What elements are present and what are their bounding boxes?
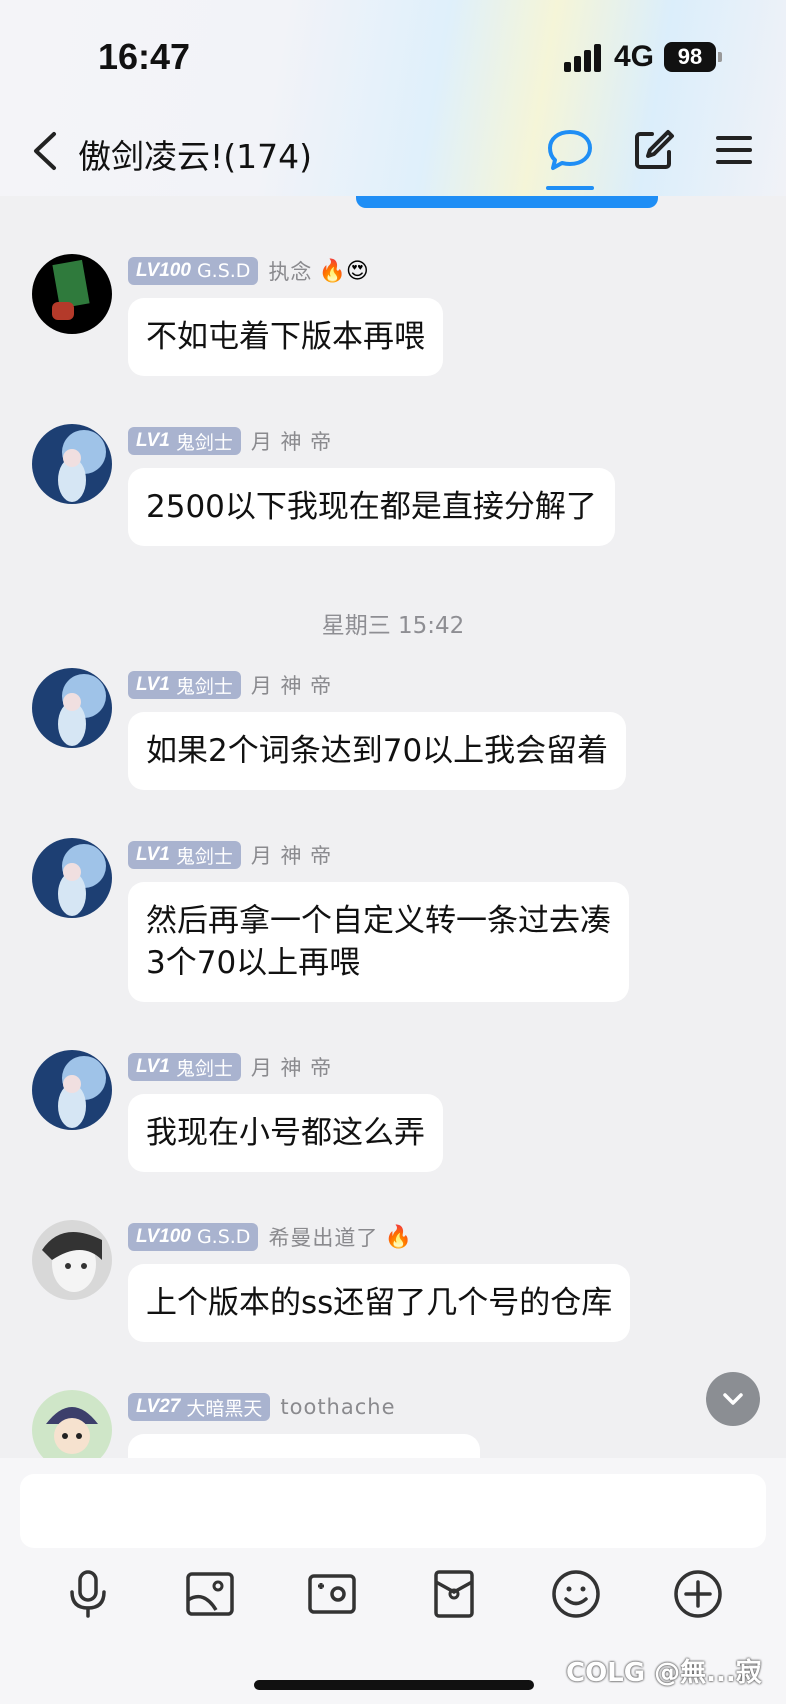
badge-title: G.S.D	[196, 1226, 251, 1248]
red-packet-icon	[434, 1570, 474, 1618]
level-badge: LV27 大暗黑天	[128, 1393, 271, 1421]
back-chevron-icon	[34, 132, 56, 170]
nickname[interactable]: 希曼出道了	[268, 1222, 378, 1252]
sender-meta: LV1 鬼剑士 月 神 帝	[128, 1052, 332, 1082]
camera-icon	[308, 1574, 356, 1614]
nickname[interactable]: 月 神 帝	[251, 840, 332, 870]
signal-icon	[564, 44, 604, 72]
chat-area[interactable]: LV100 G.S.D 执念 🔥😍 不如屯着下版本再喂 LV1 鬼剑士 月 神 帝 …	[0, 196, 786, 1458]
level-text: LV100	[136, 260, 191, 281]
badge-title: 鬼剑士	[175, 431, 233, 454]
avatar[interactable]	[32, 1220, 112, 1300]
avatar-image	[32, 1220, 112, 1300]
menu-icon	[716, 136, 752, 164]
status-time: 16:47	[98, 36, 191, 77]
status-emoji: 🔥😍	[318, 258, 369, 284]
message-line: 3个70以上再喂	[146, 945, 361, 981]
message-line: 然后再拿一个自定义转一条过去凑	[146, 903, 611, 939]
image-icon	[186, 1572, 234, 1616]
avatar-image	[32, 1390, 112, 1458]
network-type: 4G	[614, 40, 655, 73]
avatar-image	[32, 838, 112, 918]
nickname[interactable]: toothache	[280, 1395, 395, 1419]
plus-icon	[674, 1570, 722, 1618]
emoji-icon	[552, 1570, 600, 1618]
back-button[interactable]	[26, 128, 66, 174]
top-bar: 16:47 4G 98 傲剑凌云!(174)	[0, 0, 786, 196]
badge-title: 鬼剑士	[175, 675, 233, 698]
previous-message-bubble[interactable]	[356, 196, 658, 208]
nickname[interactable]: 执念	[268, 256, 312, 286]
edit-icon	[635, 130, 674, 169]
nickname[interactable]: 月 神 帝	[251, 670, 332, 700]
home-indicator[interactable]	[254, 1680, 534, 1690]
sender-meta: LV1 鬼剑士 月 神 帝	[128, 840, 332, 870]
badge-title: G.S.D	[196, 260, 251, 282]
avatar[interactable]	[32, 1390, 112, 1458]
battery-icon: 98	[664, 42, 716, 72]
battery-tip	[718, 52, 722, 62]
level-badge: LV1 鬼剑士	[128, 671, 241, 699]
avatar-image	[32, 254, 112, 334]
message-bubble[interactable]: 如果2个词条达到70以上我会留着	[128, 712, 627, 790]
message-input[interactable]	[20, 1474, 766, 1548]
input-area: COLG @無...寂	[0, 1458, 786, 1704]
avatar[interactable]	[32, 424, 112, 504]
sender-meta: LV100 G.S.D 执念 🔥😍	[128, 256, 369, 286]
status-emoji: 🔥	[384, 1224, 412, 1250]
level-text: LV1	[136, 1056, 170, 1077]
message-bubble[interactable]	[128, 1434, 480, 1458]
chat-bubble-icon	[548, 130, 592, 170]
avatar[interactable]	[32, 1050, 112, 1130]
message-bubble[interactable]: 2500以下我现在都是直接分解了	[128, 468, 615, 546]
chat-tab-button[interactable]	[546, 126, 594, 174]
level-text: LV1	[136, 844, 170, 865]
sender-meta: LV100 G.S.D 希曼出道了 🔥	[128, 1222, 412, 1252]
message-bubble[interactable]: 我现在小号都这么弄	[128, 1094, 443, 1172]
microphone-icon	[70, 1570, 106, 1618]
menu-button[interactable]	[710, 126, 758, 174]
badge-title: 鬼剑士	[175, 845, 233, 868]
emoji-button[interactable]	[548, 1566, 604, 1622]
avatar-image	[32, 668, 112, 748]
level-text: LV27	[136, 1396, 181, 1417]
voice-button[interactable]	[60, 1566, 116, 1622]
avatar-image	[32, 1050, 112, 1130]
battery-level: 98	[677, 44, 703, 69]
nickname[interactable]: 月 神 帝	[251, 1052, 332, 1082]
avatar[interactable]	[32, 668, 112, 748]
active-tab-indicator	[546, 186, 594, 190]
message-bubble[interactable]: 然后再拿一个自定义转一条过去凑 3个70以上再喂	[128, 882, 629, 1002]
scroll-to-bottom-button[interactable]	[706, 1372, 760, 1426]
camera-button[interactable]	[304, 1566, 360, 1622]
watermark: COLG @無...寂	[566, 1658, 762, 1688]
level-badge: LV1 鬼剑士	[128, 427, 241, 455]
level-badge: LV1 鬼剑士	[128, 1053, 241, 1081]
time-divider: 星期三 15:42	[321, 613, 465, 639]
level-badge: LV1 鬼剑士	[128, 841, 241, 869]
level-text: LV100	[136, 1226, 191, 1247]
message-bubble[interactable]: 上个版本的ss还留了几个号的仓库	[128, 1264, 631, 1342]
nickname[interactable]: 月 神 帝	[251, 426, 332, 456]
sender-meta: LV27 大暗黑天 toothache	[128, 1392, 396, 1422]
badge-title: 鬼剑士	[175, 1057, 233, 1080]
message-bubble[interactable]: 不如屯着下版本再喂	[128, 298, 443, 376]
red-packet-button[interactable]	[426, 1566, 482, 1622]
more-button[interactable]	[670, 1566, 726, 1622]
level-badge: LV100 G.S.D	[128, 257, 259, 285]
avatar-image	[32, 424, 112, 504]
avatar[interactable]	[32, 838, 112, 918]
chevron-down-icon	[723, 1393, 743, 1405]
level-text: LV1	[136, 430, 170, 451]
chat-title: 傲剑凌云!(174)	[78, 137, 312, 176]
badge-title: 大暗黑天	[186, 1397, 263, 1420]
edit-button[interactable]	[630, 126, 678, 174]
sender-meta: LV1 鬼剑士 月 神 帝	[128, 426, 332, 456]
level-badge: LV100 G.S.D	[128, 1223, 259, 1251]
image-button[interactable]	[182, 1566, 238, 1622]
sender-meta: LV1 鬼剑士 月 神 帝	[128, 670, 332, 700]
avatar[interactable]	[32, 254, 112, 334]
level-text: LV1	[136, 674, 170, 695]
